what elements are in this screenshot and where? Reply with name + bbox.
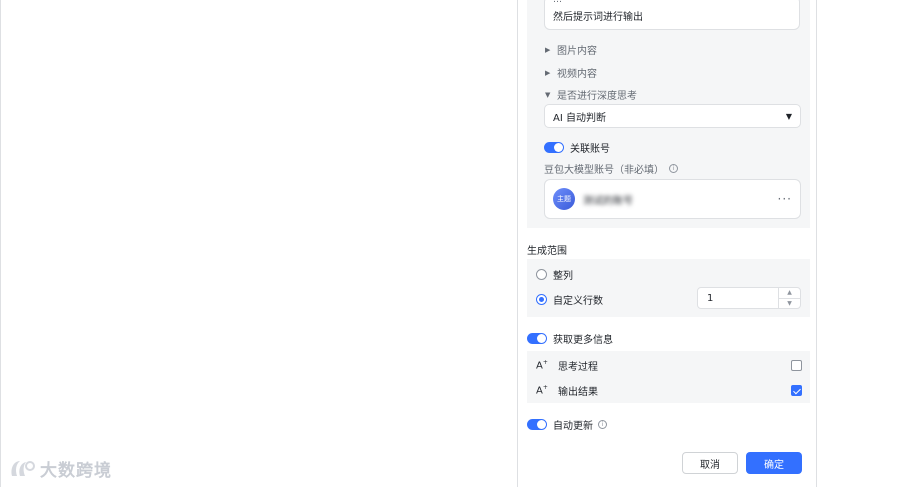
account-field-label: 豆包大模型账号（非必填）	[544, 165, 664, 176]
radio-custom-rows[interactable]: 自定义行数	[536, 292, 603, 307]
radio-entire-column[interactable]: 整列	[536, 267, 573, 282]
row-count-stepper[interactable]: 1 ▲ ▼	[697, 287, 801, 309]
collapse-label: 视频内容	[557, 69, 597, 80]
range-section: 整列 自定义行数 1 ▲ ▼	[527, 259, 810, 317]
config-panel: … 然后提示词进行输出 ▶ 图片内容 ▶ 视频内容 ▼ 是否进行深度思考 AI …	[517, 0, 817, 487]
field-thinking-process[interactable]: A+ 思考过程	[536, 358, 802, 373]
caret-right-icon: ▶	[545, 68, 551, 77]
prompt-textarea[interactable]: … 然后提示词进行输出	[544, 0, 800, 30]
checkbox[interactable]	[791, 360, 802, 371]
more-options-icon[interactable]: ···	[778, 192, 792, 206]
account-field-label-row: 豆包大模型账号（非必填） i	[544, 161, 678, 176]
link-account-label: 关联账号	[570, 144, 610, 155]
collapse-label: 是否进行深度思考	[557, 91, 637, 102]
more-info-section: A+ 思考过程 A+ 输出结果	[527, 351, 810, 403]
field-label: 思考过程	[558, 362, 598, 373]
watermark-logo-icon	[11, 460, 35, 476]
info-icon[interactable]: i	[598, 420, 607, 429]
range-title: 生成范围	[527, 246, 567, 257]
row-count-value[interactable]: 1	[698, 293, 778, 304]
collapse-label: 图片内容	[557, 46, 597, 57]
radio-circle	[536, 269, 547, 280]
info-icon[interactable]: i	[669, 164, 678, 173]
prompt-line-2: 然后提示词进行输出	[553, 12, 643, 23]
checkbox[interactable]	[791, 385, 802, 396]
link-account-row: 关联账号	[544, 140, 610, 155]
radio-circle	[536, 294, 547, 305]
watermark-text: 大数跨境	[40, 461, 112, 481]
chevron-up-icon[interactable]: ▲	[779, 288, 800, 298]
auto-update-row: 自动更新 i	[527, 417, 607, 432]
deep-think-select[interactable]: AI 自动判断 ▼	[544, 104, 801, 128]
ai-text-icon: A+	[536, 384, 548, 397]
chevron-down-icon: ▼	[785, 111, 792, 121]
collapse-video-content[interactable]: ▶ 视频内容	[545, 65, 597, 81]
ai-text-icon: A+	[536, 359, 548, 372]
field-output-result[interactable]: A+ 输出结果	[536, 383, 802, 398]
collapse-deep-thinking[interactable]: ▼ 是否进行深度思考	[545, 87, 637, 103]
more-info-label: 获取更多信息	[553, 335, 613, 346]
field-label: 输出结果	[558, 387, 598, 398]
select-value: AI 自动判断	[553, 112, 606, 124]
more-info-row: 获取更多信息	[527, 331, 613, 346]
caret-down-icon: ▼	[545, 90, 551, 99]
caret-right-icon: ▶	[545, 45, 551, 54]
watermark: 大数跨境	[8, 456, 112, 481]
model-settings-section: … 然后提示词进行输出 ▶ 图片内容 ▶ 视频内容 ▼ 是否进行深度思考 AI …	[527, 0, 810, 228]
prompt-line-1: …	[553, 0, 562, 5]
left-edge-divider	[0, 0, 1, 487]
link-account-toggle[interactable]	[544, 142, 564, 153]
auto-update-toggle[interactable]	[527, 419, 547, 430]
account-card[interactable]: 主题 测试的账号 ···	[544, 179, 801, 219]
avatar: 主题	[553, 188, 575, 210]
radio-label: 自定义行数	[553, 296, 603, 307]
cancel-button[interactable]: 取消	[682, 452, 738, 474]
more-info-toggle[interactable]	[527, 333, 547, 344]
chevron-down-icon[interactable]: ▼	[779, 297, 800, 309]
radio-label: 整列	[553, 271, 573, 282]
auto-update-label: 自动更新	[553, 421, 593, 432]
collapse-image-content[interactable]: ▶ 图片内容	[545, 42, 597, 58]
ok-button[interactable]: 确定	[746, 452, 802, 474]
account-name: 测试的账号	[583, 195, 633, 207]
stepper-buttons: ▲ ▼	[778, 288, 800, 308]
